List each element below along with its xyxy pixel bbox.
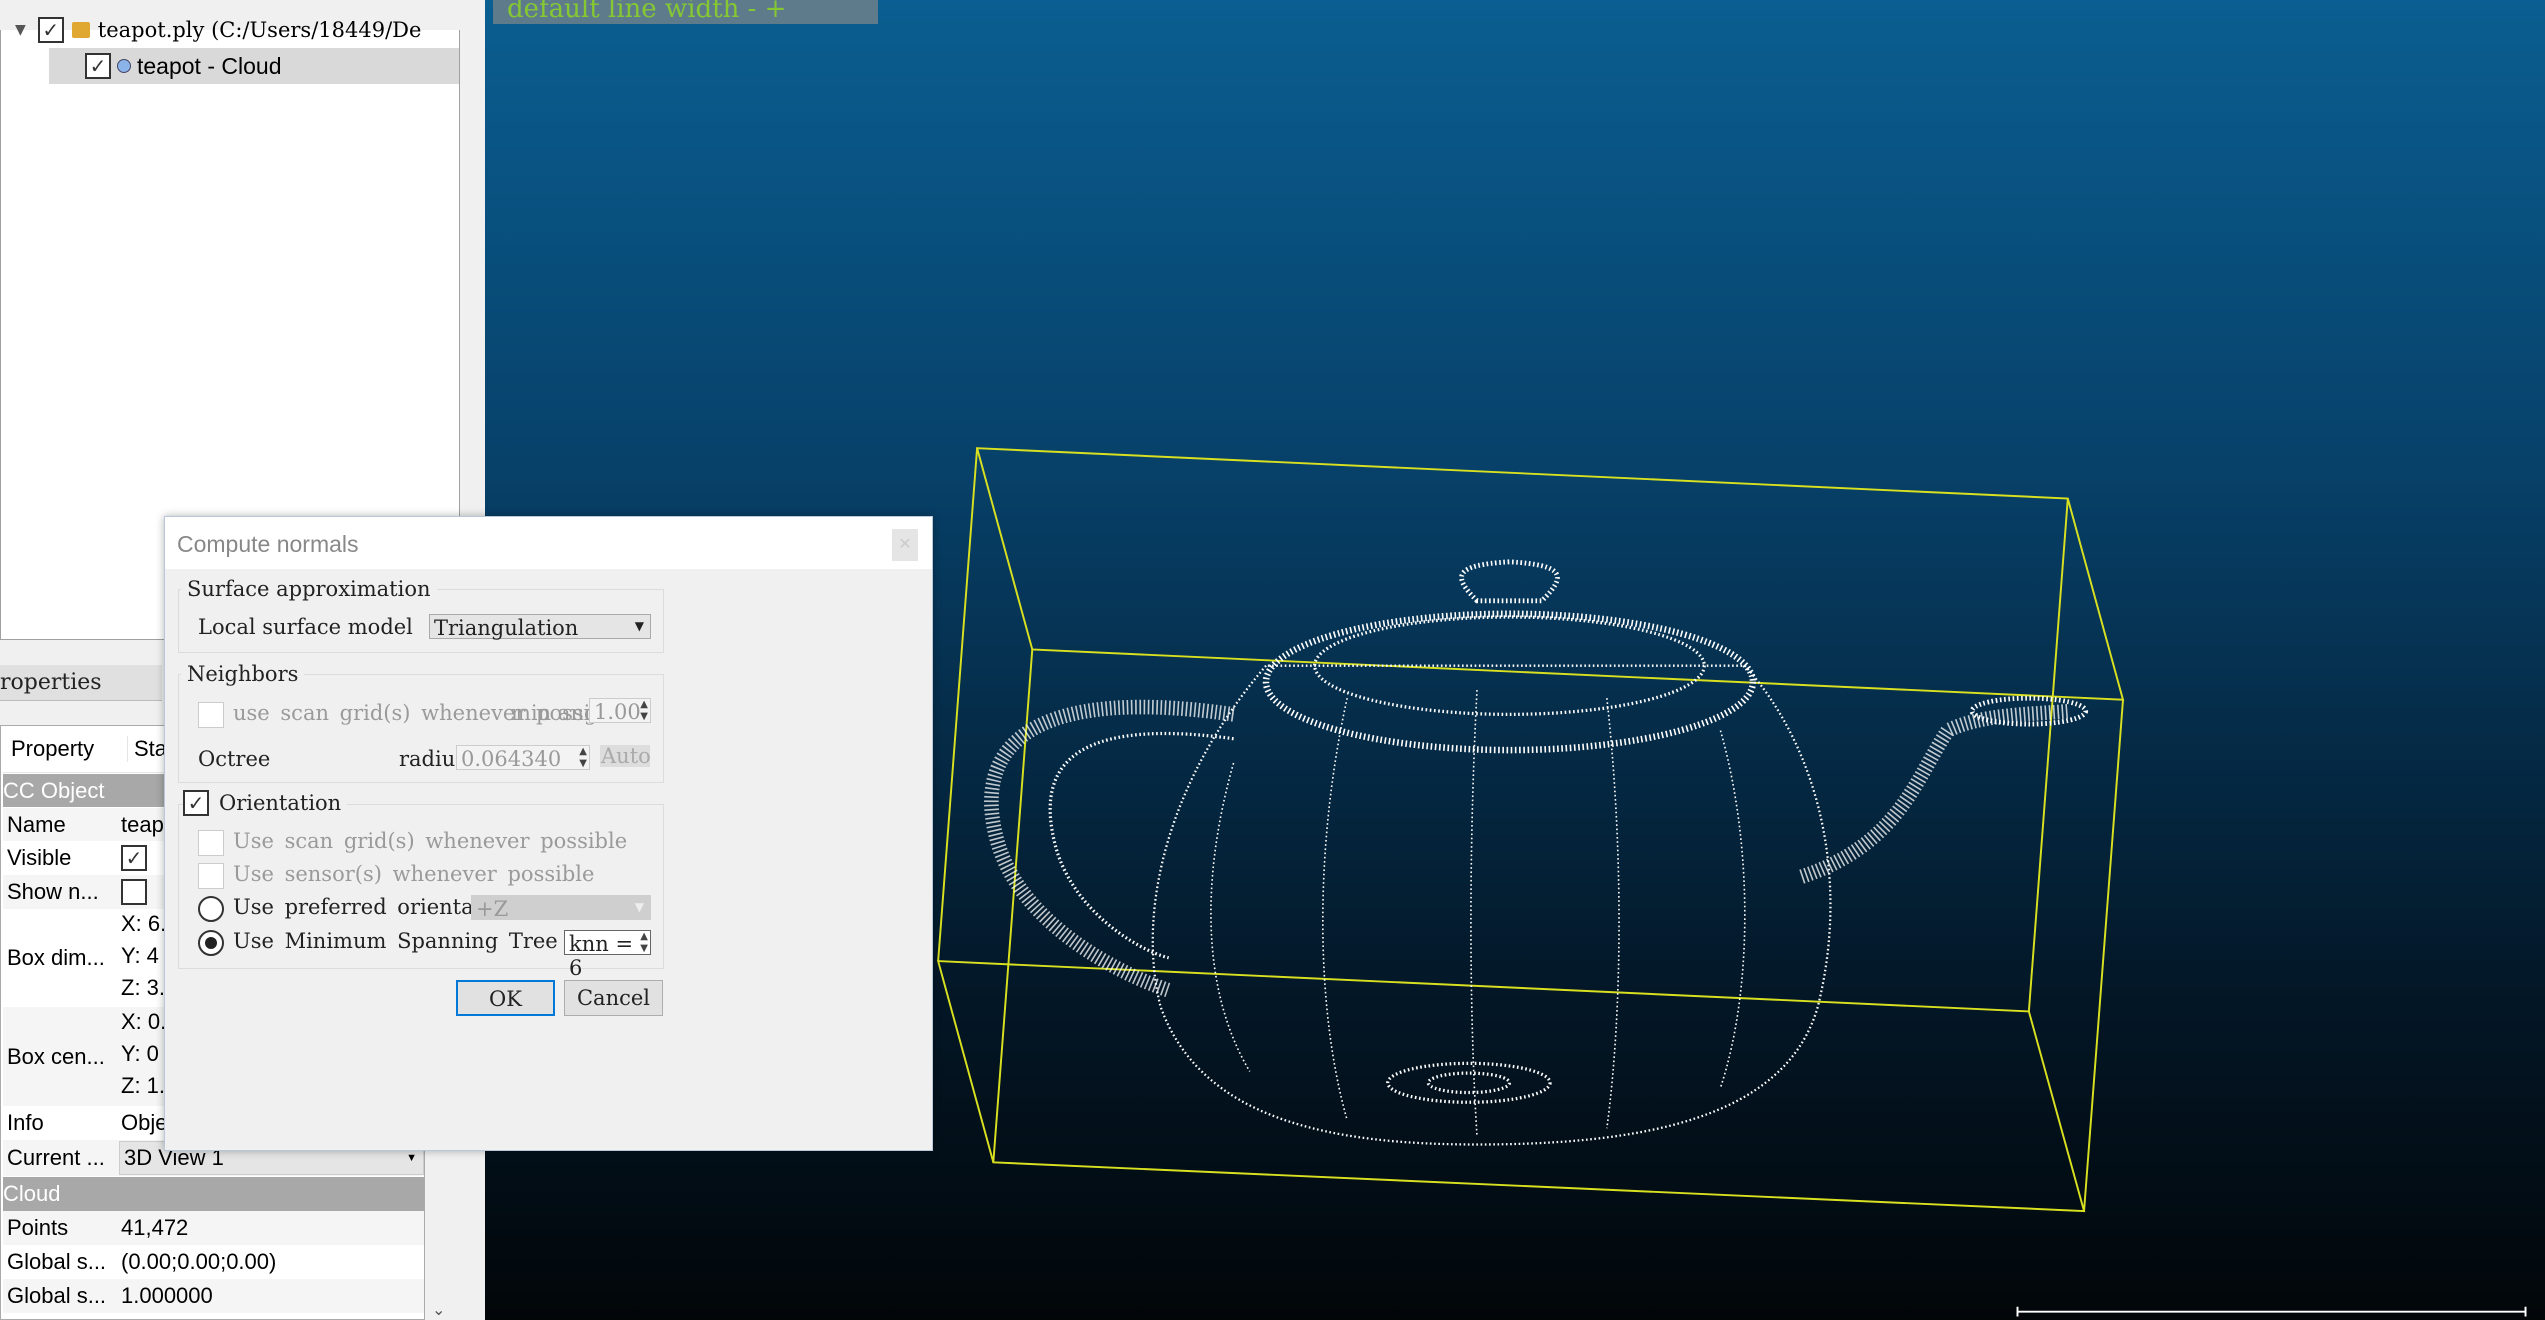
spin-arrows-icon: ▲ ▼ [640, 699, 648, 722]
compute-normals-dialog: Compute normals ✕ Surface approximation … [164, 516, 933, 1151]
neighbors-scan-grid-checkbox[interactable] [198, 702, 224, 728]
section-cloud: Cloud [3, 1177, 424, 1211]
visible-checkbox[interactable]: ✓ [121, 845, 147, 871]
min-angle-spinbox[interactable]: 1.00 ▲ ▼ [589, 698, 651, 724]
neighbors-group-title: Neighbors [181, 662, 305, 686]
cancel-button[interactable]: Cancel [564, 980, 663, 1016]
radius-spinbox[interactable]: 0.064340 ▲ ▼ [456, 745, 590, 771]
orientation-toggle[interactable]: ✓ Orientation [183, 790, 348, 816]
line-width-overlay[interactable]: default line width - + [493, 0, 878, 24]
scroll-down-icon[interactable]: ⌄ [432, 1300, 445, 1320]
dropdown-arrow-icon: ▼ [634, 900, 644, 914]
teapot-point-cloud [984, 559, 2089, 1146]
spin-arrows-icon: ▲ ▼ [579, 746, 587, 769]
show-normals-checkbox[interactable] [121, 879, 147, 905]
ok-button[interactable]: OK [456, 980, 555, 1016]
surface-group-title: Surface approximation [181, 577, 437, 601]
orientation-checkbox[interactable]: ✓ [183, 790, 209, 816]
table-row: Global s... 1.000000 [3, 1279, 424, 1313]
octree-label: Octree [198, 747, 271, 771]
dialog-title-bar: Compute normals [165, 517, 932, 569]
column-header-property[interactable]: Property [11, 736, 94, 762]
local-model-label: Local surface model [198, 615, 413, 639]
table-row: Points 41,472 [3, 1211, 424, 1245]
spin-arrows-icon: ▲ ▼ [640, 931, 648, 954]
local-model-combo[interactable]: Triangulation ▼ [429, 614, 651, 640]
knn-spinbox[interactable]: knn = 6 ▲ ▼ [564, 930, 651, 980]
use-sensor-checkbox[interactable] [198, 863, 224, 889]
scale-bar [2016, 1306, 2527, 1317]
table-row: Global s... (0.00;0.00;0.00) [7, 1249, 277, 1274]
orientation-scan-grid-checkbox[interactable] [198, 830, 224, 856]
preferred-orientation-radio[interactable] [198, 896, 224, 922]
dropdown-arrow-icon: ▼ [634, 619, 644, 633]
mst-radio[interactable] [198, 930, 224, 956]
close-button[interactable]: ✕ [892, 529, 918, 561]
properties-panel-title: roperties [0, 665, 162, 701]
preferred-orientation-combo[interactable]: +Z ▼ [471, 895, 651, 921]
auto-button[interactable]: Auto [600, 745, 651, 767]
